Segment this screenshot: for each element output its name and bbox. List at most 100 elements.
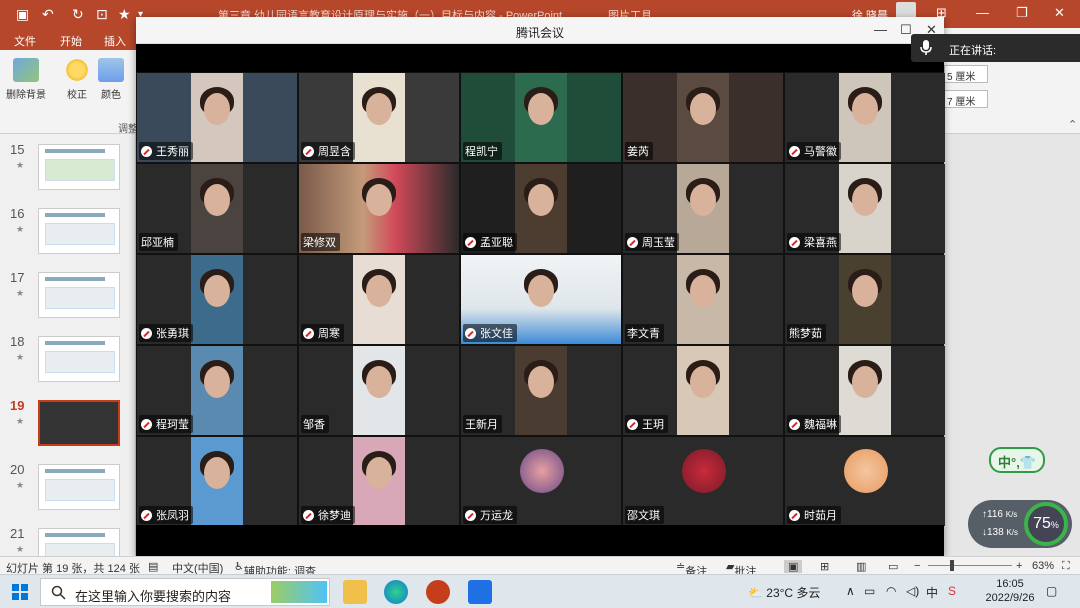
edge-icon[interactable] <box>384 580 408 604</box>
participant-tile[interactable]: 张文佳 <box>461 255 621 344</box>
slide-number: 21 <box>10 526 25 541</box>
close-icon[interactable]: ✕ <box>1054 5 1065 21</box>
participant-tile[interactable]: 邹香 <box>299 346 459 435</box>
tab-file[interactable]: 文件 <box>14 33 36 49</box>
participant-tile[interactable]: 程珂莹 <box>137 346 297 435</box>
participant-tile[interactable]: 梁修双 <box>299 164 459 253</box>
save-icon[interactable]: ▣ <box>16 6 29 23</box>
zoom-level[interactable]: 63% <box>1032 560 1054 572</box>
show-hidden-icons-chevron[interactable]: ∧ <box>846 584 855 598</box>
redo-icon[interactable]: ↻ <box>72 6 84 23</box>
restore-icon[interactable]: ❐ <box>1016 5 1028 21</box>
comments-button[interactable]: ▰ 批注 <box>726 560 756 578</box>
notification-icon[interactable]: ▢ <box>1046 584 1057 598</box>
wifi-icon[interactable]: ◠ <box>886 584 896 598</box>
participant-tile[interactable]: 李文青 <box>623 255 783 344</box>
slide-thumbnail-active[interactable]: 19 ★ <box>0 394 135 458</box>
zoom-slider[interactable] <box>928 565 1012 566</box>
notes-button[interactable]: ≐ 备注 <box>676 560 707 578</box>
microphone-icon <box>920 40 932 55</box>
reading-view-icon[interactable]: ▥ <box>856 560 866 573</box>
zoom-in-button[interactable]: + <box>1016 560 1022 572</box>
participant-tile[interactable]: 张勇琪 <box>137 255 297 344</box>
participant-tile[interactable]: 徐梦迪 <box>299 437 459 526</box>
participant-tile[interactable]: 时茹月 <box>785 437 945 526</box>
participant-name: 魏福琳 <box>804 419 837 431</box>
taskbar-search-box[interactable]: 在这里输入你要搜索的内容 <box>40 578 330 606</box>
participant-tile[interactable]: 王秀丽 <box>137 73 297 162</box>
corrections-button[interactable]: 校正 <box>64 58 90 101</box>
battery-icon[interactable]: ▭ <box>864 584 875 598</box>
slide-sorter-icon[interactable]: ⊞ <box>820 560 829 573</box>
tencent-meeting-app-icon[interactable] <box>468 580 492 604</box>
cpu-usage-ring: 75% <box>1024 502 1068 546</box>
participant-tile[interactable]: 邵文琪 <box>623 437 783 526</box>
participant-tile[interactable]: 熊梦茹 <box>785 255 945 344</box>
slide-thumbnail[interactable]: 20 ★ <box>0 458 135 522</box>
collapse-ribbon-icon[interactable]: ⌃ <box>1068 118 1077 131</box>
powerpoint-app-icon[interactable] <box>426 580 450 604</box>
participant-tile[interactable]: 邱亚楠 <box>137 164 297 253</box>
network-speed-widget[interactable]: ↑116 K/s ↓138 K/s 75% <box>968 500 1072 548</box>
participant-tile[interactable]: 魏福琳 <box>785 346 945 435</box>
speaking-indicator[interactable]: 正在讲话: <box>911 34 1080 62</box>
participant-tile[interactable]: 张凤羽 <box>137 437 297 526</box>
accessibility-status[interactable]: ♿ 辅助功能: 调查 <box>234 560 316 578</box>
color-button[interactable]: 颜色 <box>98 58 124 101</box>
participant-face <box>528 93 554 125</box>
slide-thumbnail[interactable]: 21 ★ <box>0 522 135 556</box>
slide-thumbnail[interactable]: 15 ★ <box>0 138 135 202</box>
slideshow-icon[interactable]: ▭ <box>888 560 898 573</box>
muted-mic-icon <box>465 509 476 521</box>
spell-check-icon[interactable]: ▤ <box>148 560 158 573</box>
fit-to-window-icon[interactable]: ⛶ <box>1062 560 1070 573</box>
participant-tile[interactable]: 姜芮 <box>623 73 783 162</box>
participant-tile[interactable]: 王玥 <box>623 346 783 435</box>
participant-tile[interactable]: 周玉莹 <box>623 164 783 253</box>
participant-name: 王新月 <box>465 419 498 431</box>
windows-start-icon[interactable] <box>12 584 28 600</box>
file-explorer-icon[interactable] <box>343 580 367 604</box>
status-bar: 幻灯片 第 19 张，共 124 张 ▤ 中文(中国) ♿ 辅助功能: 调查 ≐… <box>0 556 1080 578</box>
slide-preview <box>38 208 120 254</box>
participant-tile[interactable]: 周寒 <box>299 255 459 344</box>
tab-home[interactable]: 开始 <box>60 33 82 49</box>
minimize-icon[interactable]: — <box>976 5 989 20</box>
remove-background-button[interactable]: 删除背景 <box>6 58 46 101</box>
present-icon[interactable]: ⊡ <box>96 6 108 23</box>
participant-face <box>852 275 878 307</box>
slide-thumbnail[interactable]: 18 ★ <box>0 330 135 394</box>
width-field[interactable]: 7 厘米 <box>944 90 988 108</box>
undo-icon[interactable]: ↶ <box>42 6 54 23</box>
participant-tile[interactable]: 程凯宁 <box>461 73 621 162</box>
participant-name-label: 张勇琪 <box>139 324 193 342</box>
antivirus-tray-icon[interactable]: S <box>948 584 956 598</box>
meeting-minimize-icon[interactable]: — <box>874 22 887 37</box>
slide-thumbnail[interactable]: 16 ★ <box>0 202 135 266</box>
participant-tile[interactable]: 马警徽 <box>785 73 945 162</box>
participant-name: 周玉莹 <box>642 237 675 249</box>
zoom-slider-thumb[interactable] <box>950 560 954 571</box>
slide-thumbnails-panel[interactable]: 15 ★ 16 ★ 17 ★ 18 ★ 19 ★ 20 ★ 21 ★ <box>0 134 136 556</box>
participant-tile[interactable]: 万运龙 <box>461 437 621 526</box>
participant-tile[interactable]: 孟亚聪 <box>461 164 621 253</box>
normal-view-icon[interactable]: ▣ <box>784 560 803 573</box>
participant-tile[interactable]: 梁喜燕 <box>785 164 945 253</box>
zoom-out-button[interactable]: − <box>914 560 920 572</box>
search-icon <box>51 585 66 600</box>
meeting-maximize-icon[interactable]: ☐ <box>900 22 912 38</box>
height-field[interactable]: 5 厘米 <box>944 65 988 83</box>
input-language-tray[interactable]: 中 <box>926 584 938 601</box>
weather-tray[interactable]: ⛅ 23°C 多云 <box>748 584 820 601</box>
tab-insert[interactable]: 插入 <box>104 33 126 49</box>
participant-tile[interactable]: 王新月 <box>461 346 621 435</box>
slide-preview <box>38 528 120 556</box>
volume-icon[interactable]: ◁) <box>906 584 919 598</box>
taskbar-clock[interactable]: 16:05 2022/9/26 <box>978 577 1042 605</box>
ime-floating-widget[interactable]: 中°,👕 <box>989 447 1045 473</box>
participant-tile[interactable]: 周昱含 <box>299 73 459 162</box>
participant-face <box>366 93 392 125</box>
slide-edit-area[interactable] <box>944 134 1080 556</box>
slide-thumbnail[interactable]: 17 ★ <box>0 266 135 330</box>
star-icon[interactable]: ★ <box>118 6 131 23</box>
